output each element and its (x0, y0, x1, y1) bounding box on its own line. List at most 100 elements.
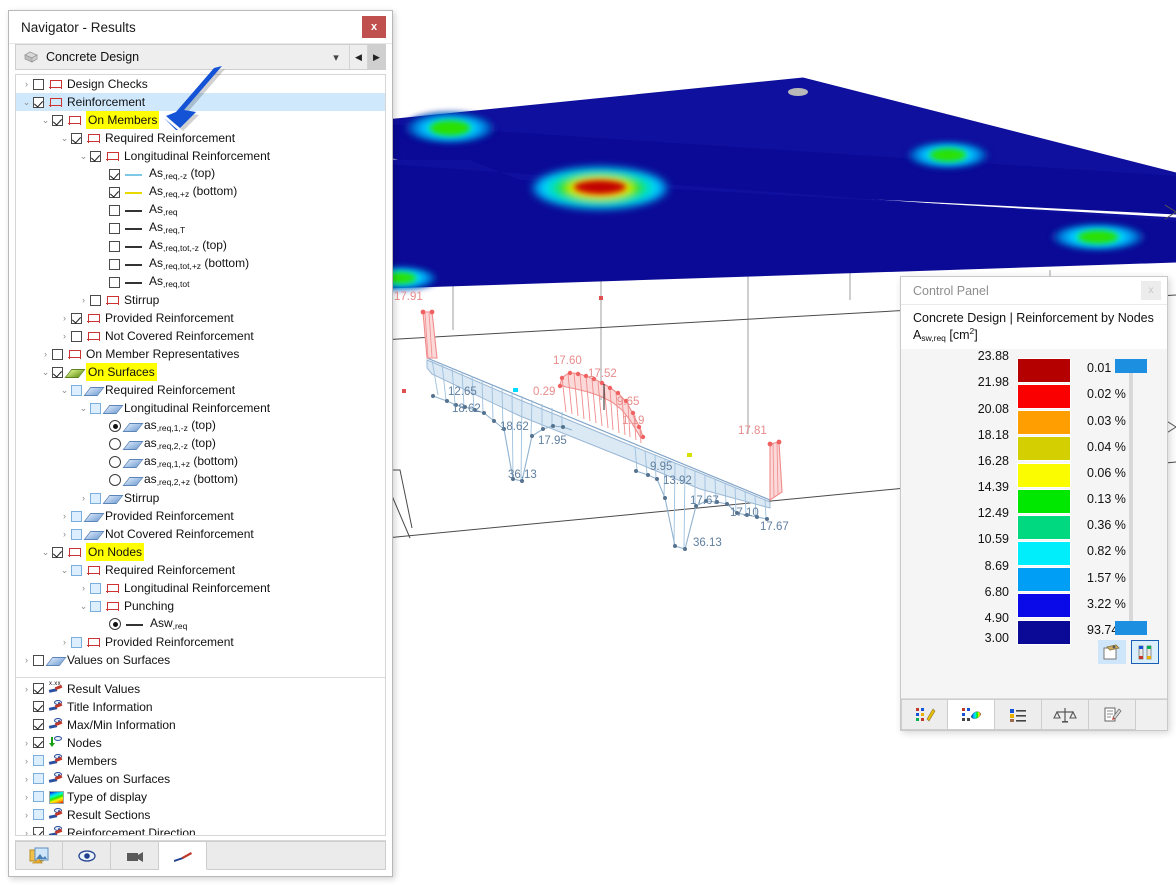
expand-toggle-icon[interactable]: › (20, 756, 33, 766)
checkbox[interactable] (52, 349, 63, 360)
legend-option-buttons[interactable] (1098, 640, 1159, 664)
radio-button[interactable] (109, 438, 121, 450)
legend-color-swatch[interactable] (1017, 515, 1071, 540)
checkbox[interactable] (52, 367, 63, 378)
tree-item-as-req-2-z-bottom[interactable]: as,req,2,+z (bottom) (16, 471, 385, 489)
radio-button[interactable] (109, 618, 121, 630)
legend-color-swatch[interactable] (1017, 358, 1071, 383)
next-button[interactable]: ▶ (367, 45, 385, 69)
radio-button[interactable] (109, 456, 121, 468)
checkbox[interactable] (71, 331, 82, 342)
checkbox[interactable] (33, 737, 44, 748)
expand-toggle-icon[interactable]: ⌄ (77, 151, 90, 162)
display-item-result-values[interactable]: ›x.xxResult Values (16, 680, 385, 698)
slider-handle-lower[interactable] (1115, 621, 1147, 635)
factors-tab[interactable] (1042, 699, 1089, 730)
expand-toggle-icon[interactable]: › (20, 79, 33, 89)
checkbox[interactable] (109, 259, 120, 270)
control-panel-titlebar[interactable]: Control Panel x (901, 277, 1167, 305)
expand-toggle-icon[interactable]: › (77, 583, 90, 593)
filter-tab[interactable] (995, 699, 1042, 730)
color-scale-options-button[interactable] (1131, 640, 1159, 664)
checkbox[interactable] (33, 701, 44, 712)
checkbox[interactable] (109, 241, 120, 252)
legend-color-swatch[interactable] (1017, 593, 1071, 618)
tree-item-as-req-tot[interactable]: As,req,tot (16, 273, 385, 291)
tree-item-on-member-representatives[interactable]: ›On Member Representatives (16, 345, 385, 363)
checkbox[interactable] (90, 493, 101, 504)
expand-toggle-icon[interactable]: › (77, 295, 90, 305)
tree-item-values-on-surfaces[interactable]: ›Values on Surfaces (16, 651, 385, 669)
checkbox[interactable] (109, 187, 120, 198)
expand-toggle-icon[interactable]: ⌄ (39, 115, 52, 126)
legend-color-swatch[interactable] (1017, 384, 1071, 409)
checkbox[interactable] (71, 529, 82, 540)
slider-handle-upper[interactable] (1115, 359, 1147, 373)
close-icon[interactable]: x (1141, 281, 1161, 300)
checkbox[interactable] (33, 97, 44, 108)
views-navigator-tab[interactable] (111, 841, 159, 870)
checkbox[interactable] (33, 79, 44, 90)
expand-toggle-icon[interactable]: ⌄ (58, 385, 71, 396)
expand-toggle-icon[interactable]: ⌄ (20, 97, 33, 108)
expand-toggle-icon[interactable]: › (58, 511, 71, 521)
legend-color-swatch[interactable] (1017, 463, 1071, 488)
checkbox[interactable] (52, 115, 63, 126)
legend-color-swatch[interactable] (1017, 436, 1071, 461)
navigator-titlebar[interactable]: Navigator - Results x (9, 11, 392, 44)
checkbox[interactable] (33, 809, 44, 820)
checkbox[interactable] (90, 583, 101, 594)
display-item-max-min-information[interactable]: Max/Min Information (16, 716, 385, 734)
tree-item-on-surfaces[interactable]: ⌄On Surfaces (16, 363, 385, 381)
checkbox[interactable] (33, 655, 44, 666)
legend-color-swatch[interactable] (1017, 567, 1071, 592)
tree-item-on-nodes[interactable]: ⌄On Nodes (16, 543, 385, 561)
checkbox[interactable] (52, 547, 63, 558)
tree-item-design-checks[interactable]: ›Design Checks (16, 75, 385, 93)
expand-toggle-icon[interactable]: ⌄ (58, 133, 71, 144)
tree-item-required-reinforcement[interactable]: ⌄Required Reinforcement (16, 561, 385, 579)
color-scale-tab[interactable] (901, 699, 948, 730)
design-module-combobox[interactable]: Concrete Design ▾ ◀ ▶ (15, 44, 386, 70)
checkbox[interactable] (71, 133, 82, 144)
checkbox[interactable] (109, 223, 120, 234)
display-item-type-of-display[interactable]: ›Type of display (16, 788, 385, 806)
checkbox[interactable] (109, 205, 120, 216)
color-scale-area[interactable]: 23.880.01 %21.980.02 %20.080.03 %18.180.… (901, 349, 1167, 698)
checkbox[interactable] (33, 755, 44, 766)
display-item-values-on-surfaces[interactable]: ›Values on Surfaces (16, 770, 385, 788)
tree-item-not-covered-reinforcement[interactable]: ›Not Covered Reinforcement (16, 327, 385, 345)
checkbox[interactable] (90, 295, 101, 306)
tree-item-provided-reinforcement[interactable]: ›Provided Reinforcement (16, 309, 385, 327)
expand-toggle-icon[interactable]: › (58, 637, 71, 647)
expand-toggle-icon[interactable]: › (20, 738, 33, 748)
display-item-title-information[interactable]: Title Information (16, 698, 385, 716)
legend-color-swatch[interactable] (1017, 541, 1071, 566)
navigator-tab-strip[interactable] (15, 840, 386, 870)
expand-toggle-icon[interactable]: ⌄ (39, 547, 52, 558)
tree-item-stirrup[interactable]: ›Stirrup (16, 489, 385, 507)
checkbox[interactable] (71, 637, 82, 648)
tree-item-as-req-1-z-top[interactable]: as,req,1,-z (top) (16, 417, 385, 435)
checkbox[interactable] (109, 277, 120, 288)
project-navigator-tab[interactable] (15, 841, 63, 870)
checkbox[interactable] (109, 169, 120, 180)
previous-button[interactable]: ◀ (349, 45, 367, 69)
legend-range-slider[interactable] (1129, 359, 1133, 627)
checkbox[interactable] (33, 719, 44, 730)
color-legend[interactable]: 23.880.01 %21.980.02 %20.080.03 %18.180.… (901, 357, 1167, 653)
tree-item-not-covered-reinforcement[interactable]: ›Not Covered Reinforcement (16, 525, 385, 543)
expand-toggle-icon[interactable]: ⌄ (77, 403, 90, 414)
checkbox[interactable] (90, 601, 101, 612)
tree-item-asw-req[interactable]: Asw,req (16, 615, 385, 633)
tree-item-required-reinforcement[interactable]: ⌄Required Reinforcement (16, 129, 385, 147)
tree-item-provided-reinforcement[interactable]: ›Provided Reinforcement (16, 633, 385, 651)
expand-toggle-icon[interactable]: › (20, 810, 33, 820)
navigator-results-window[interactable]: Navigator - Results x Concrete Design ▾ … (8, 10, 393, 877)
tree-item-as-req-z-top[interactable]: As,req,-z (top) (16, 165, 385, 183)
tree-item-as-req-tot-z-top[interactable]: As,req,tot,-z (top) (16, 237, 385, 255)
legend-color-swatch[interactable] (1017, 620, 1071, 645)
tree-item-as-req-2-z-top[interactable]: as,req,2,-z (top) (16, 435, 385, 453)
checkbox[interactable] (71, 511, 82, 522)
tree-item-provided-reinforcement[interactable]: ›Provided Reinforcement (16, 507, 385, 525)
